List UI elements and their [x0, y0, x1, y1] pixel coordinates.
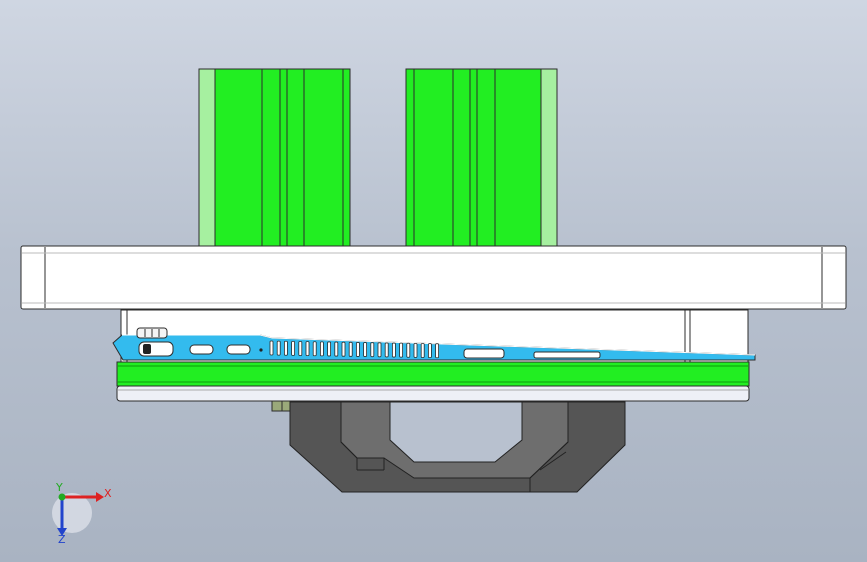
- model-drawing[interactable]: X Y Z: [0, 0, 867, 562]
- vent-slot: [319, 341, 324, 357]
- port-4: [463, 348, 505, 359]
- coordinate-triad[interactable]: X Y Z: [52, 481, 112, 546]
- vent-slot: [355, 342, 360, 357]
- vent-slot: [305, 341, 310, 357]
- green-base-plate[interactable]: [116, 361, 750, 387]
- green-block-left[interactable]: [198, 68, 351, 247]
- green-block-right[interactable]: [405, 68, 558, 247]
- cad-graphics-viewport[interactable]: X Y Z: [0, 0, 867, 562]
- vent-slot: [370, 342, 375, 358]
- vent-slot: [399, 342, 404, 358]
- port-3: [226, 344, 251, 355]
- port-1-inner: [143, 344, 151, 354]
- port-2: [189, 344, 214, 355]
- vent-slot: [363, 342, 368, 357]
- vent-slot: [312, 341, 317, 357]
- vent-slot: [384, 342, 389, 358]
- x-axis-label: X: [104, 487, 112, 500]
- vent-slot: [291, 340, 296, 356]
- x-axis-arrowhead: [96, 492, 104, 502]
- vent-slot: [334, 341, 339, 357]
- z-axis-label: Z: [58, 533, 66, 546]
- vent-slot: [406, 342, 411, 358]
- vent-slot: [435, 343, 440, 359]
- card-slot: [533, 351, 601, 359]
- white-plate[interactable]: [20, 245, 847, 310]
- y-axis-dot: [58, 493, 66, 501]
- vent-slot: [341, 341, 346, 357]
- vent-slot: [269, 340, 274, 356]
- vent-slot: [348, 341, 353, 357]
- mounting-bracket[interactable]: [289, 401, 626, 493]
- vent-slot: [413, 342, 418, 358]
- indicator-light: [259, 348, 263, 352]
- vent-slot: [391, 342, 396, 358]
- vent-slot: [427, 343, 432, 359]
- vent-slot: [276, 340, 281, 356]
- y-axis-label: Y: [55, 481, 63, 494]
- vent-slot: [283, 340, 288, 356]
- vent-slot: [298, 341, 303, 356]
- vent-slot: [377, 342, 382, 358]
- screw-left[interactable]: [271, 400, 293, 412]
- vent-slot: [327, 341, 332, 357]
- vent-slot: [420, 343, 425, 358]
- bottom-plate[interactable]: [116, 385, 750, 402]
